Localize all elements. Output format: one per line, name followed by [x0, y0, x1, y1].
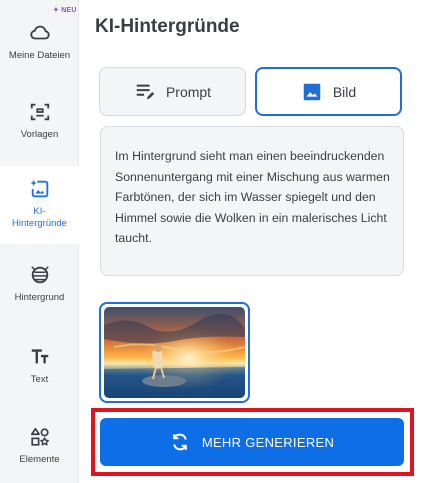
refresh-icon	[172, 433, 187, 451]
generated-image-thumbnail[interactable]	[99, 302, 250, 403]
sidebar-item-label: KI- Hintergründe	[12, 206, 67, 229]
sidebar-item-label: Meine Dateien	[8, 50, 71, 61]
prompt-textarea[interactable]: Im Hintergrund sieht man einen beeindruc…	[100, 126, 404, 276]
prompt-text: Im Hintergrund sieht man einen beeindruc…	[115, 149, 390, 245]
text-icon	[31, 349, 48, 364]
sidebar-item-label: Text	[30, 374, 49, 385]
ai-background-icon	[29, 179, 48, 198]
sidebar-item-ai-backgrounds[interactable]: KI- Hintergründe	[0, 166, 79, 244]
elements-icon	[30, 427, 49, 446]
new-badge: ✦ NEU	[53, 7, 77, 14]
template-icon	[30, 103, 49, 121]
sidebar-item-text[interactable]: Text	[0, 346, 79, 386]
tab-prompt[interactable]: Prompt	[99, 67, 246, 116]
sidebar-item-templates[interactable]: Vorlagen	[0, 101, 79, 141]
sidebar-item-label: Elemente	[19, 454, 60, 465]
edit-lines-icon	[136, 84, 155, 99]
sidebar-item-background[interactable]: Hintergrund	[0, 264, 79, 304]
sidebar: ✦ NEU Meine Dateien Vorlagen KI- Hinterg…	[0, 0, 79, 483]
generate-more-label: MEHR GENERIEREN	[201, 434, 335, 450]
sidebar-item-elements[interactable]: Elemente	[0, 426, 79, 466]
sidebar-item-label: Vorlagen	[20, 129, 59, 140]
sunset-image	[104, 307, 245, 398]
generate-more-button[interactable]: MEHR GENERIEREN	[100, 418, 404, 466]
main-panel: KI-Hintergründe Prompt Bild Im Hintergru…	[80, 0, 423, 483]
image-icon	[303, 83, 321, 100]
background-icon	[30, 266, 49, 284]
sidebar-item-label: Hintergrund	[14, 292, 65, 303]
tab-image[interactable]: Bild	[255, 67, 402, 116]
tab-label: Bild	[332, 83, 357, 100]
sidebar-item-my-files[interactable]: Meine Dateien	[0, 22, 79, 62]
tab-label: Prompt	[165, 83, 212, 100]
cloud-icon	[29, 25, 50, 40]
page-title: KI-Hintergründe	[95, 16, 240, 37]
